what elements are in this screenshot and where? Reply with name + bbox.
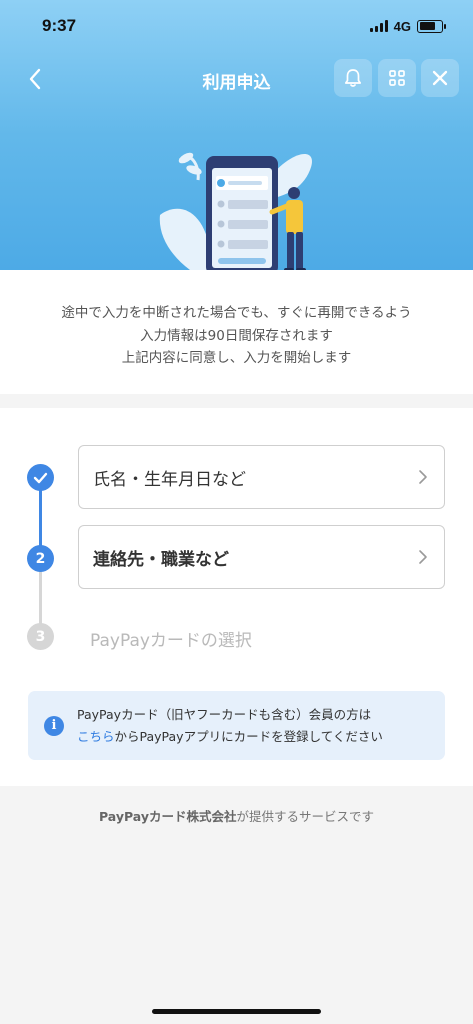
close-icon — [432, 70, 448, 86]
smartphone-illustration — [159, 152, 312, 270]
step-1-complete-indicator — [27, 464, 54, 491]
status-time: 9:37 — [42, 16, 77, 35]
check-icon — [33, 472, 48, 483]
grid-icon — [389, 70, 405, 86]
intro-text: 途中で入力を中断された場合でも、すぐに再開できるよう 入力情報は90日間保存され… — [0, 270, 473, 394]
step-1-label: 氏名・生年月日など — [93, 469, 246, 490]
header-hero: 9:37 4G 利用申込 — [0, 0, 473, 270]
footer-company: PayPayカード株式会社 — [98, 809, 237, 824]
intro-line-2: 入力情報は90日間保存されます — [140, 327, 333, 344]
step-3-label: PayPayカードの選択 — [90, 631, 252, 651]
notification-button[interactable] — [334, 59, 372, 97]
step-3-number: 3 — [27, 623, 54, 650]
network-type: 4G — [393, 18, 411, 34]
info-line-2: こちらからPayPayアプリにカードを登録してください — [77, 726, 383, 748]
info-icon: i — [44, 715, 64, 736]
close-button[interactable] — [421, 59, 459, 97]
step-2-card[interactable]: 連絡先・職業など — [78, 525, 445, 589]
footer-provider-text: PayPayカード株式会社が提供するサービスです — [0, 806, 473, 825]
info-notice: i PayPayカード（旧ヤフーカードも含む）会員の方は こちらからPayPay… — [28, 691, 445, 760]
chevron-right-icon — [419, 470, 427, 484]
bell-icon — [344, 69, 362, 87]
step-2-label: 連絡先・職業など — [93, 549, 229, 570]
battery-icon — [417, 19, 446, 33]
info-text: PayPayカード（旧ヤフーカードも含む）会員の方は こちらからPayPayアプ… — [77, 704, 383, 748]
status-bar: 9:37 4G — [0, 0, 473, 52]
signal-icon — [369, 20, 388, 32]
menu-grid-button[interactable] — [378, 59, 416, 97]
step-2-number: 2 — [27, 545, 54, 572]
info-line-2-text: からPayPayアプリにカードを登録してください — [114, 728, 383, 744]
chevron-right-icon — [419, 550, 427, 564]
navbar: 利用申込 — [0, 56, 473, 102]
home-indicator[interactable] — [152, 1009, 321, 1014]
register-card-link[interactable]: こちら — [77, 729, 115, 744]
footer-suffix: が提供するサービスです — [236, 809, 375, 824]
intro-line-3: 上記内容に同意し、入力を開始します — [121, 350, 352, 366]
application-steps: 氏名・生年月日など 2 連絡先・職業など 3 PayPayカードの選択 i Pa… — [0, 408, 473, 786]
status-indicators: 4G — [369, 18, 446, 34]
step-1-card[interactable]: 氏名・生年月日など — [78, 445, 445, 509]
info-line-1: PayPayカード（旧ヤフーカードも含む）会員の方は — [77, 706, 372, 722]
intro-line-1: 途中で入力を中断された場合でも、すぐに再開できるよう — [61, 305, 412, 321]
